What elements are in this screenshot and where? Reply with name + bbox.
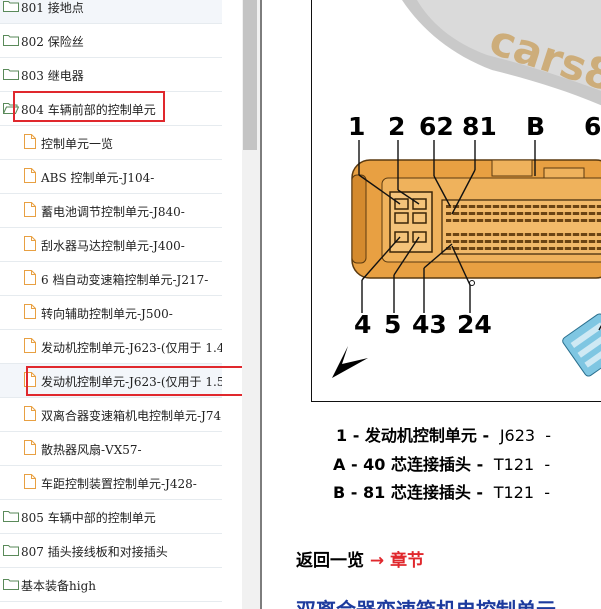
tree-item-803[interactable]: 803 继电器 [0, 58, 222, 92]
component-fragment [562, 313, 601, 377]
tree-item-label: 转向辅助控制单元-J500- [41, 307, 173, 321]
tree-item-label: 控制单元一览 [41, 137, 114, 151]
tree-item-label: 803 继电器 [21, 69, 84, 83]
document-icon [24, 134, 36, 149]
tree-item-label: 蓄电池调节控制单元-J840- [41, 205, 185, 219]
tree-item-label: 基本装备high [21, 579, 96, 593]
tree-item-802[interactable]: 802 保险丝 [0, 24, 222, 58]
pin-label-43: 43 [412, 310, 447, 339]
tree-item-label: 6 档自动变速箱控制单元-J217- [41, 273, 209, 287]
document-icon [24, 440, 36, 455]
pin-marker [469, 280, 475, 286]
tree-item-doc[interactable]: 发动机控制单元-J623-(仅用于 1.4L 1 [0, 330, 222, 364]
pin-label-62: 62 [419, 112, 454, 141]
chapter-link[interactable]: 章节 [390, 551, 424, 571]
pin-label-81: 81 [462, 112, 497, 141]
engine-ecu-connector-diagram: cars8 1 2 62 81 B 6 4 5 43 24 [332, 0, 601, 378]
pin-label-24: 24 [457, 310, 492, 339]
pin-label-1: 1 [348, 112, 365, 141]
pin-label-2: 2 [388, 112, 405, 141]
folder-icon [3, 35, 19, 46]
legend-row: 1 - 发动机控制单元 - J623 - [336, 426, 552, 445]
folder-icon [3, 511, 19, 522]
folder-icon [3, 69, 19, 80]
highlight-box [26, 366, 242, 396]
tree-scrollbar-thumb[interactable] [243, 0, 257, 150]
tree-item-label: 805 车辆中部的控制单元 [21, 511, 156, 525]
tree-item-807[interactable]: 807 插头接线板和对接插头 [0, 534, 222, 568]
connector-figure: cars8 1 2 62 81 B 6 4 5 43 24 [311, 0, 601, 402]
content-pane: cars8 1 2 62 81 B 6 4 5 43 24 1 - 发动机控制单… [262, 0, 601, 609]
section-heading: 双离合器变速箱机电控制单元 [296, 594, 556, 609]
folder-icon [3, 579, 19, 590]
legend-desc: 40 芯连接插头 [363, 455, 472, 474]
back-to-overview-link[interactable]: 返回一览 [296, 551, 364, 571]
arrow-right-icon: → [369, 551, 385, 571]
connector-body [351, 159, 601, 279]
tree-item-label: 双离合器变速箱机电控制单元-J743- [41, 409, 222, 423]
tree-item-label: 车距控制装置控制单元-J428- [41, 477, 197, 491]
document-icon [24, 338, 36, 353]
document-icon [24, 474, 36, 489]
document-icon [24, 236, 36, 251]
pin-label-6: 6 [584, 112, 601, 141]
document-icon [24, 270, 36, 285]
document-icon [24, 304, 36, 319]
legend-key: A [333, 455, 346, 474]
pin-label-5: 5 [384, 310, 401, 339]
legend-code: T121 [493, 483, 535, 502]
tree-item-doc[interactable]: 蓄电池调节控制单元-J840- [0, 194, 222, 228]
tree-item-801[interactable]: 801 接地点 [0, 0, 222, 24]
tree-item-label: 散热器风扇-VX57- [41, 443, 142, 457]
legend-key: B [333, 483, 346, 502]
tree-item-label: 801 接地点 [21, 1, 84, 15]
pin-label-4: 4 [354, 310, 371, 339]
direction-arrow-icon [332, 346, 368, 378]
tree-item-label: 807 插头接线板和对接插头 [21, 545, 168, 559]
legend-code: J623 [499, 426, 536, 445]
legend-desc: 81 芯连接插头 [362, 483, 471, 502]
tree-item-label: 802 保险丝 [21, 35, 84, 49]
legend-row: A - 40 芯连接插头 - T121 - [333, 455, 551, 474]
pin-label-B: B [526, 112, 545, 141]
tree-item-basic-equipment[interactable]: 基本装备high [0, 568, 222, 602]
document-icon [24, 168, 36, 183]
document-icon [24, 406, 36, 421]
tree-item-label: 刮水器马达控制单元-J400- [41, 239, 185, 253]
tree-item-doc[interactable]: ABS 控制单元-J104- [0, 160, 222, 194]
folder-icon [3, 545, 19, 556]
chapter-tree: 801 接地点 802 保险丝 803 继电器 804 车辆前部的控制单元 控制… [0, 0, 242, 609]
tree-item-doc[interactable]: 转向辅助控制单元-J500- [0, 296, 222, 330]
tree-item-doc[interactable]: 6 档自动变速箱控制单元-J217- [0, 262, 222, 296]
legend-code: T121 [493, 455, 535, 474]
highlight-box [13, 91, 165, 122]
tree-item-doc[interactable]: 控制单元一览 [0, 126, 222, 160]
legend-desc: 发动机控制单元 [364, 426, 477, 445]
legend-key: 1 [336, 426, 348, 445]
tree-item-doc[interactable]: 刮水器马达控制单元-J400- [0, 228, 222, 262]
tree-item-doc[interactable]: 散热器风扇-VX57- [0, 432, 222, 466]
folder-icon [3, 1, 19, 12]
tree-item-805[interactable]: 805 车辆中部的控制单元 [0, 500, 222, 534]
back-navigation: 返回一览 → 章节 [296, 546, 424, 571]
legend-row: B - 81 芯连接插头 - T121 - [333, 483, 550, 502]
tree-item-label: 发动机控制单元-J623-(仅用于 1.4L 1 [41, 341, 222, 355]
document-icon [24, 202, 36, 217]
tree-item-doc[interactable]: 车距控制装置控制单元-J428- [0, 466, 222, 500]
tree-item-label: ABS 控制单元-J104- [41, 171, 155, 185]
tree-item-doc[interactable]: 双离合器变速箱机电控制单元-J743- [0, 398, 222, 432]
